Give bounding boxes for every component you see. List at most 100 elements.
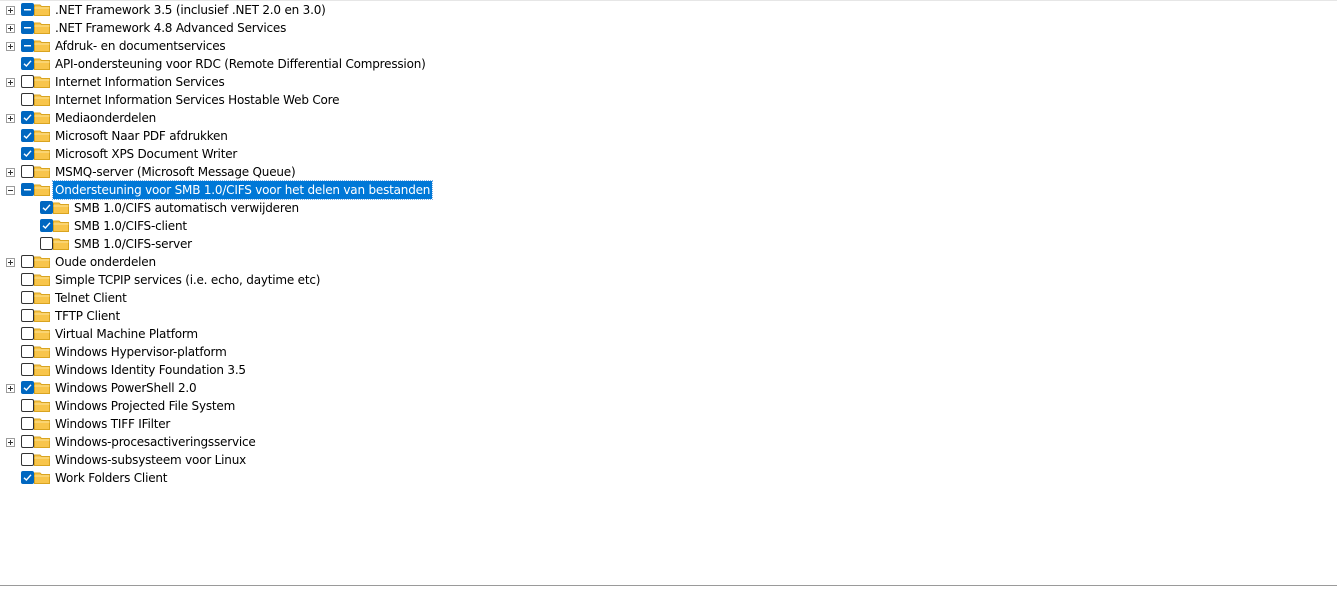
- feature-label[interactable]: Telnet Client: [53, 289, 129, 307]
- expand-toggle-icon[interactable]: [6, 6, 15, 15]
- feature-label[interactable]: Windows Hypervisor-platform: [53, 343, 229, 361]
- feature-label[interactable]: MSMQ-server (Microsoft Message Queue): [53, 163, 297, 181]
- feature-checkbox[interactable]: [21, 93, 34, 106]
- feature-label[interactable]: Windows PowerShell 2.0: [53, 379, 198, 397]
- feature-row[interactable]: Windows TIFF IFilter: [0, 415, 1337, 433]
- expand-toggle-icon[interactable]: [6, 258, 15, 267]
- expand-toggle-icon[interactable]: [6, 78, 15, 87]
- feature-label[interactable]: .NET Framework 3.5 (inclusief .NET 2.0 e…: [53, 1, 328, 19]
- feature-row[interactable]: .NET Framework 4.8 Advanced Services: [0, 19, 1337, 37]
- feature-label[interactable]: Microsoft Naar PDF afdrukken: [53, 127, 230, 145]
- feature-checkbox[interactable]: [40, 201, 53, 214]
- expand-toggle-icon[interactable]: [6, 24, 15, 33]
- feature-label[interactable]: SMB 1.0/CIFS-client: [72, 217, 189, 235]
- feature-label[interactable]: Afdruk- en documentservices: [53, 37, 227, 55]
- feature-checkbox[interactable]: [21, 165, 34, 178]
- feature-checkbox[interactable]: [40, 219, 53, 232]
- feature-label[interactable]: Simple TCPIP services (i.e. echo, daytim…: [53, 271, 322, 289]
- folder-icon: [34, 436, 50, 448]
- feature-checkbox[interactable]: [21, 57, 34, 70]
- feature-row[interactable]: SMB 1.0/CIFS-server: [0, 235, 1337, 253]
- feature-label[interactable]: Mediaonderdelen: [53, 109, 158, 127]
- feature-row[interactable]: Ondersteuning voor SMB 1.0/CIFS voor het…: [0, 180, 1337, 200]
- expand-toggle-icon[interactable]: [6, 384, 15, 393]
- collapse-toggle-icon[interactable]: [6, 186, 15, 195]
- feature-checkbox[interactable]: [21, 273, 34, 286]
- feature-checkbox[interactable]: [21, 75, 34, 88]
- feature-checkbox[interactable]: [21, 399, 34, 412]
- feature-label[interactable]: Internet Information Services: [53, 73, 227, 91]
- feature-checkbox[interactable]: [21, 471, 34, 484]
- feature-checkbox[interactable]: [21, 183, 34, 196]
- feature-label[interactable]: Oude onderdelen: [53, 253, 158, 271]
- feature-row[interactable]: Windows Identity Foundation 3.5: [0, 361, 1337, 379]
- windows-features-tree[interactable]: .NET Framework 3.5 (inclusief .NET 2.0 e…: [0, 0, 1337, 586]
- feature-row[interactable]: Virtual Machine Platform: [0, 325, 1337, 343]
- feature-row[interactable]: Windows Hypervisor-platform: [0, 343, 1337, 361]
- feature-checkbox[interactable]: [21, 129, 34, 142]
- feature-checkbox[interactable]: [40, 237, 53, 250]
- feature-label[interactable]: Windows Projected File System: [53, 397, 237, 415]
- feature-checkbox[interactable]: [21, 21, 34, 34]
- feature-row[interactable]: Windows-subsysteem voor Linux: [0, 451, 1337, 469]
- feature-row[interactable]: Work Folders Client: [0, 469, 1337, 487]
- feature-checkbox[interactable]: [21, 453, 34, 466]
- feature-row[interactable]: Windows-procesactiveringsservice: [0, 433, 1337, 451]
- feature-checkbox[interactable]: [21, 345, 34, 358]
- feature-row[interactable]: Telnet Client: [0, 289, 1337, 307]
- feature-checkbox[interactable]: [21, 147, 34, 160]
- expand-toggle-icon[interactable]: [6, 114, 15, 123]
- feature-label[interactable]: SMB 1.0/CIFS automatisch verwijderen: [72, 199, 301, 217]
- folder-icon: [53, 220, 69, 232]
- feature-row[interactable]: API-ondersteuning voor RDC (Remote Diffe…: [0, 55, 1337, 73]
- feature-label[interactable]: Virtual Machine Platform: [53, 325, 200, 343]
- feature-checkbox[interactable]: [21, 435, 34, 448]
- feature-checkbox[interactable]: [21, 327, 34, 340]
- feature-checkbox[interactable]: [21, 363, 34, 376]
- feature-label[interactable]: Windows-procesactiveringsservice: [53, 433, 258, 451]
- feature-checkbox[interactable]: [21, 381, 34, 394]
- folder-icon: [34, 292, 50, 304]
- feature-label[interactable]: API-ondersteuning voor RDC (Remote Diffe…: [53, 55, 428, 73]
- expand-toggle-icon[interactable]: [6, 168, 15, 177]
- feature-label[interactable]: Windows-subsysteem voor Linux: [53, 451, 248, 469]
- folder-icon: [34, 256, 50, 268]
- feature-row[interactable]: Microsoft XPS Document Writer: [0, 145, 1337, 163]
- folder-icon: [34, 112, 50, 124]
- feature-checkbox[interactable]: [21, 417, 34, 430]
- feature-checkbox[interactable]: [21, 255, 34, 268]
- feature-row[interactable]: Internet Information Services: [0, 73, 1337, 91]
- feature-label[interactable]: .NET Framework 4.8 Advanced Services: [53, 19, 288, 37]
- feature-row[interactable]: TFTP Client: [0, 307, 1337, 325]
- feature-row[interactable]: Windows Projected File System: [0, 397, 1337, 415]
- feature-checkbox[interactable]: [21, 111, 34, 124]
- feature-label[interactable]: Internet Information Services Hostable W…: [53, 91, 341, 109]
- feature-row[interactable]: Simple TCPIP services (i.e. echo, daytim…: [0, 271, 1337, 289]
- feature-row[interactable]: Internet Information Services Hostable W…: [0, 91, 1337, 109]
- expand-toggle-icon[interactable]: [6, 438, 15, 447]
- feature-row[interactable]: Mediaonderdelen: [0, 109, 1337, 127]
- feature-row[interactable]: .NET Framework 3.5 (inclusief .NET 2.0 e…: [0, 1, 1337, 19]
- feature-checkbox[interactable]: [21, 3, 34, 16]
- feature-label[interactable]: Windows Identity Foundation 3.5: [53, 361, 248, 379]
- feature-label[interactable]: Work Folders Client: [53, 469, 169, 487]
- expand-toggle-icon[interactable]: [6, 42, 15, 51]
- feature-label[interactable]: SMB 1.0/CIFS-server: [72, 235, 194, 253]
- feature-checkbox[interactable]: [21, 39, 34, 52]
- feature-row[interactable]: MSMQ-server (Microsoft Message Queue): [0, 163, 1337, 181]
- feature-row[interactable]: Windows PowerShell 2.0: [0, 379, 1337, 397]
- feature-label[interactable]: Windows TIFF IFilter: [53, 415, 172, 433]
- feature-row[interactable]: SMB 1.0/CIFS automatisch verwijderen: [0, 199, 1337, 217]
- feature-checkbox[interactable]: [21, 309, 34, 322]
- feature-row[interactable]: Microsoft Naar PDF afdrukken: [0, 127, 1337, 145]
- feature-checkbox[interactable]: [21, 291, 34, 304]
- feature-label[interactable]: Microsoft XPS Document Writer: [53, 145, 239, 163]
- feature-row[interactable]: Oude onderdelen: [0, 253, 1337, 271]
- folder-icon: [34, 94, 50, 106]
- feature-label[interactable]: Ondersteuning voor SMB 1.0/CIFS voor het…: [51, 180, 434, 200]
- feature-row[interactable]: Afdruk- en documentservices: [0, 37, 1337, 55]
- feature-row[interactable]: SMB 1.0/CIFS-client: [0, 217, 1337, 235]
- feature-label[interactable]: TFTP Client: [53, 307, 122, 325]
- folder-icon: [34, 310, 50, 322]
- folder-icon: [34, 166, 50, 178]
